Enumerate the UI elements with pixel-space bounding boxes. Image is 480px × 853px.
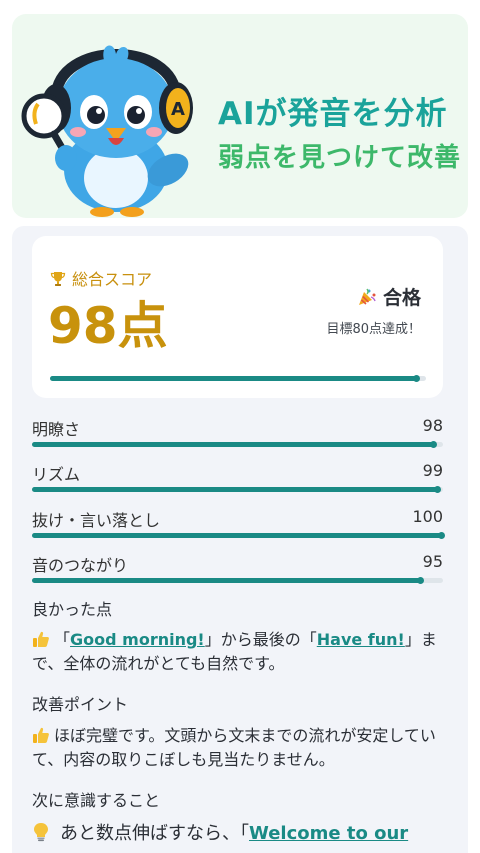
metric-name: 明瞭さ [32, 420, 81, 439]
svg-text:A: A [171, 99, 185, 120]
banner-subtitle: 弱点を見つけて改善 [218, 143, 462, 173]
metric-name: 音のつながり [32, 556, 129, 575]
metric-omission: 抜け・言い落とし 100 [32, 503, 445, 549]
page: A AIが発音を分析 弱点を見つけて改善 総合スコア 98点 合格 目標80点達… [0, 0, 480, 853]
improvement-body: ほぼ完璧です。文頭から文末までの流れが安定していて、内容の取りこぼしも見当たりま… [32, 726, 436, 769]
metric-score: 99 [422, 461, 443, 480]
overall-score-label-text: 総合スコア [72, 270, 153, 289]
thumbs-up-icon [32, 628, 54, 652]
next-focus-pre: あと数点伸ばすなら、「 [60, 823, 249, 844]
metric-score: 100 [412, 507, 443, 526]
good-points-text: 「Good morning!」から最後の「Have fun!」まで、全体の流れが… [32, 628, 448, 676]
metric-rhythm: リズム 99 [32, 457, 443, 503]
metric-score: 95 [422, 552, 443, 571]
overall-score-bar-fill [50, 376, 419, 381]
metric-name: リズム [32, 465, 81, 484]
overall-score-bar-end [413, 375, 421, 382]
trophy-icon [50, 270, 72, 289]
metric-score: 98 [422, 416, 443, 435]
metric-bar-end [417, 577, 425, 584]
goal-text: 目標80点達成！ [326, 322, 421, 337]
metric-bar-fill [32, 442, 435, 447]
improvement-title: 改善ポイント [32, 695, 129, 714]
party-popper-icon [357, 287, 383, 309]
metric-bar-end [433, 486, 441, 493]
next-focus-phrase-link[interactable]: Welcome to our [249, 823, 408, 844]
bird-mascot-icon: A [21, 45, 193, 217]
metric-bar-fill [32, 578, 423, 583]
metric-bar-end [438, 532, 445, 539]
metric-bar [32, 486, 443, 493]
overall-score-bar [50, 375, 426, 382]
metric-clarity: 明瞭さ 98 [32, 412, 443, 458]
banner-title: AIが発音を分析 [218, 96, 448, 132]
pass-status: 合格 [357, 283, 421, 310]
good-pre: 「 [54, 630, 71, 649]
metric-name: 抜け・言い落とし [32, 511, 161, 530]
metric-bar [32, 441, 443, 448]
metric-linking: 音のつながり 95 [32, 548, 443, 594]
overall-score-value: 98点 [48, 297, 168, 355]
thumbs-up-icon [32, 724, 54, 748]
good-points-title: 良かった点 [32, 600, 113, 619]
metric-bar [32, 532, 445, 539]
good-phrase-end-link[interactable]: Have fun! [317, 630, 405, 649]
next-focus-text: あと数点伸ばすなら、「Welcome to our [32, 820, 448, 848]
header-banner: A AIが発音を分析 弱点を見つけて改善 [12, 14, 468, 218]
overall-score-label: 総合スコア [50, 266, 152, 290]
metric-bar-fill [32, 487, 439, 492]
lightbulb-icon [32, 820, 60, 848]
overall-score-card: 総合スコア 98点 合格 目標80点達成！ [32, 236, 443, 398]
improvement-text: ほぼ完璧です。文頭から文末までの流れが安定していて、内容の取りこぼしも見当たりま… [32, 724, 448, 772]
good-phrase-start-link[interactable]: Good morning! [70, 630, 205, 649]
metric-bar-end [429, 441, 437, 448]
pass-label: 合格 [382, 287, 421, 309]
metric-bar-fill [32, 533, 443, 538]
results-panel: 総合スコア 98点 合格 目標80点達成！ 明瞭さ 98 リズム 99 抜け・言… [12, 226, 468, 853]
next-focus-title: 次に意識すること [32, 791, 161, 810]
good-mid: 」から最後の「 [204, 630, 317, 649]
metric-bar [32, 577, 443, 584]
